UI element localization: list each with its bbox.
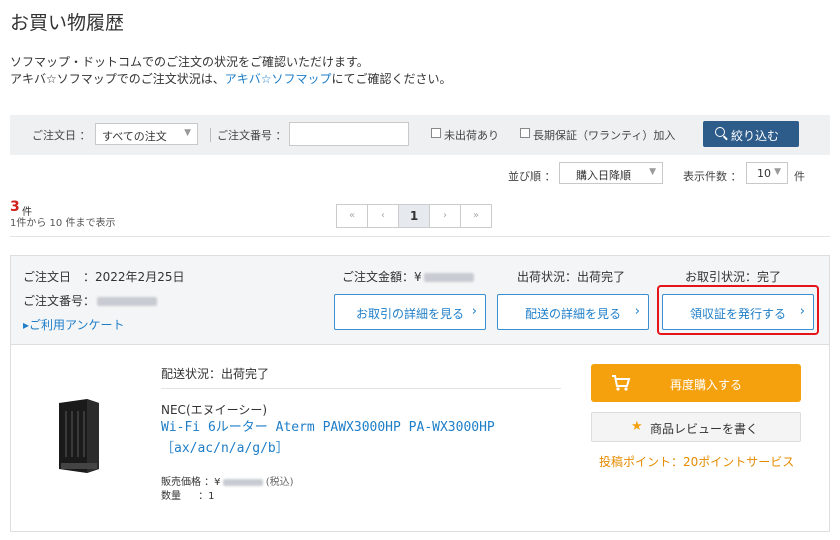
product-quantity: 数量 ：1 (161, 487, 215, 502)
chevron-down-icon: ▼ (184, 128, 191, 138)
rebuy-button[interactable]: 再度購入する (591, 364, 801, 402)
order-number-label: ご注文番号： (23, 294, 96, 308)
current-page-button[interactable]: 1 (398, 204, 430, 228)
chevron-right-icon: › (634, 304, 640, 319)
intro-line-1: ソフマップ・ドットコムでのご注文の状況をご確認いただけます。 (10, 55, 369, 69)
order-date-select-value: すべての注文 (102, 130, 167, 143)
issue-receipt-label: 領収証を発行する (689, 307, 786, 321)
filter-divider (210, 128, 211, 142)
shipping-status-value: 出荷完了 (577, 270, 626, 284)
per-page-select[interactable]: 10 ▼ (746, 162, 788, 184)
sort-order-value: 購入日降順 (576, 169, 631, 182)
review-points-text: 投稿ポイント：20ポイントサービス (599, 455, 795, 469)
chevron-down-icon: ▼ (649, 167, 656, 177)
order-date-value: 2022年2月25日 (95, 270, 185, 284)
unshipped-checkbox[interactable] (431, 128, 441, 138)
order-number-label: ご注文番号 ： (217, 129, 287, 142)
order-number-input[interactable] (289, 122, 409, 146)
router-image[interactable] (53, 397, 105, 473)
issue-receipt-button[interactable]: 領収証を発行する › (662, 294, 814, 330)
write-review-button[interactable]: ★ 商品レビューを書く (591, 412, 801, 442)
akiba-sofmap-link[interactable]: アキバ☆ソフマップ (225, 72, 332, 86)
first-page-button[interactable]: « (336, 204, 368, 228)
order-number: ご注文番号： (23, 292, 158, 309)
write-review-label: 商品レビューを書く (650, 422, 759, 436)
delivery-detail-label: 配送の詳細を見る (524, 307, 621, 321)
rebuy-label: 再度購入する (669, 378, 742, 392)
star-icon: ★ (631, 419, 643, 434)
order-date-select[interactable]: すべての注文 ▼ (95, 123, 198, 145)
next-page-button[interactable]: › (429, 204, 461, 228)
delivery-status: 配送状況：出荷完了 (161, 367, 270, 381)
order-date-label: ご注文日 ： (32, 129, 91, 142)
masked-order-number (97, 297, 158, 306)
chevron-right-icon: › (471, 304, 477, 319)
order-amount: ご注文金額：¥ (342, 268, 474, 285)
transaction-detail-label: お取引の詳細を見る (355, 307, 464, 321)
delivery-detail-button[interactable]: 配送の詳細を見る › (497, 294, 649, 330)
order-item: 配送状況：出荷完了 NEC(エヌイーシー) Wi-Fi 6ルーター Aterm … (10, 345, 830, 532)
tax-note: (税込) (265, 477, 294, 488)
intro-line-2: アキバ☆ソフマップでのご注文状況は、アキバ☆ソフマップにてご確認ください。 (10, 71, 452, 88)
per-page-label: 表示件数 ： (683, 170, 742, 183)
chevron-down-icon: ▼ (774, 167, 781, 177)
order-header: ご注文日 ：2022年2月25日 ご注文金額：¥ 出荷状況：出荷完了 お取引状況… (10, 255, 830, 345)
shipping-status: 出荷状況：出荷完了 (517, 268, 625, 285)
transaction-status: お取引状況：完了 (685, 268, 781, 285)
transaction-detail-button[interactable]: お取引の詳細を見る › (334, 294, 486, 330)
sort-order-select[interactable]: 購入日降順 ▼ (559, 162, 663, 184)
section-divider (10, 236, 830, 237)
per-page-value: 10 (757, 167, 771, 180)
masked-price (222, 478, 263, 486)
prev-page-button[interactable]: ‹ (367, 204, 399, 228)
intro-line-2-before: アキバ☆ソフマップでのご注文状況は、 (10, 72, 225, 86)
survey-link[interactable]: ▸ご利用アンケート (23, 316, 125, 333)
quantity-value: ：1 (198, 491, 215, 502)
per-page-unit: 件 (794, 170, 805, 183)
product-price: 販売価格 ：¥ (税込) (161, 473, 294, 488)
warranty-label: 長期保証（ワランティ）加入 (533, 129, 676, 142)
shipping-status-label: 出荷状況： (517, 270, 578, 284)
order-date: ご注文日 ：2022年2月25日 (23, 268, 184, 285)
order-amount-label: ご注文金額：¥ (342, 270, 422, 284)
quantity-label: 数量 (161, 491, 181, 502)
product-name-link[interactable]: Wi-Fi 6ルーター Aterm PAWX3000HP PA-WX3000HP… (161, 417, 571, 459)
unshipped-label: 未出荷あり (444, 129, 499, 142)
transaction-status-label: お取引状況： (685, 270, 758, 284)
narrow-button-label: 絞り込む (731, 129, 780, 143)
product-maker: NEC(エヌイーシー) (161, 403, 268, 417)
item-divider (161, 388, 561, 389)
masked-amount (423, 273, 474, 282)
intro-line-2-after: にてご確認ください。 (331, 72, 452, 86)
transaction-status-value: 完了 (757, 270, 782, 284)
order-date-label: ご注文日 ： (23, 270, 96, 284)
filter-bar: ご注文日 ： すべての注文 ▼ ご注文番号 ： 未出荷あり 長期保証（ワランティ… (10, 115, 830, 155)
chevron-right-icon: › (799, 304, 805, 319)
sort-order-label: 並び順 ： (508, 170, 556, 183)
narrow-button[interactable]: 絞り込む (703, 121, 799, 147)
search-icon (715, 127, 725, 137)
result-range: 1件から 10 件まで表示 (10, 218, 116, 229)
warranty-checkbox[interactable] (520, 128, 530, 138)
page-title: お買い物履歴 (10, 12, 125, 34)
result-count: 3 (10, 199, 20, 215)
last-page-button[interactable]: » (460, 204, 492, 228)
intro-text: ソフマップ・ドットコムでのご注文の状況をご確認いただけます。 アキバ☆ソフマップ… (10, 54, 452, 88)
